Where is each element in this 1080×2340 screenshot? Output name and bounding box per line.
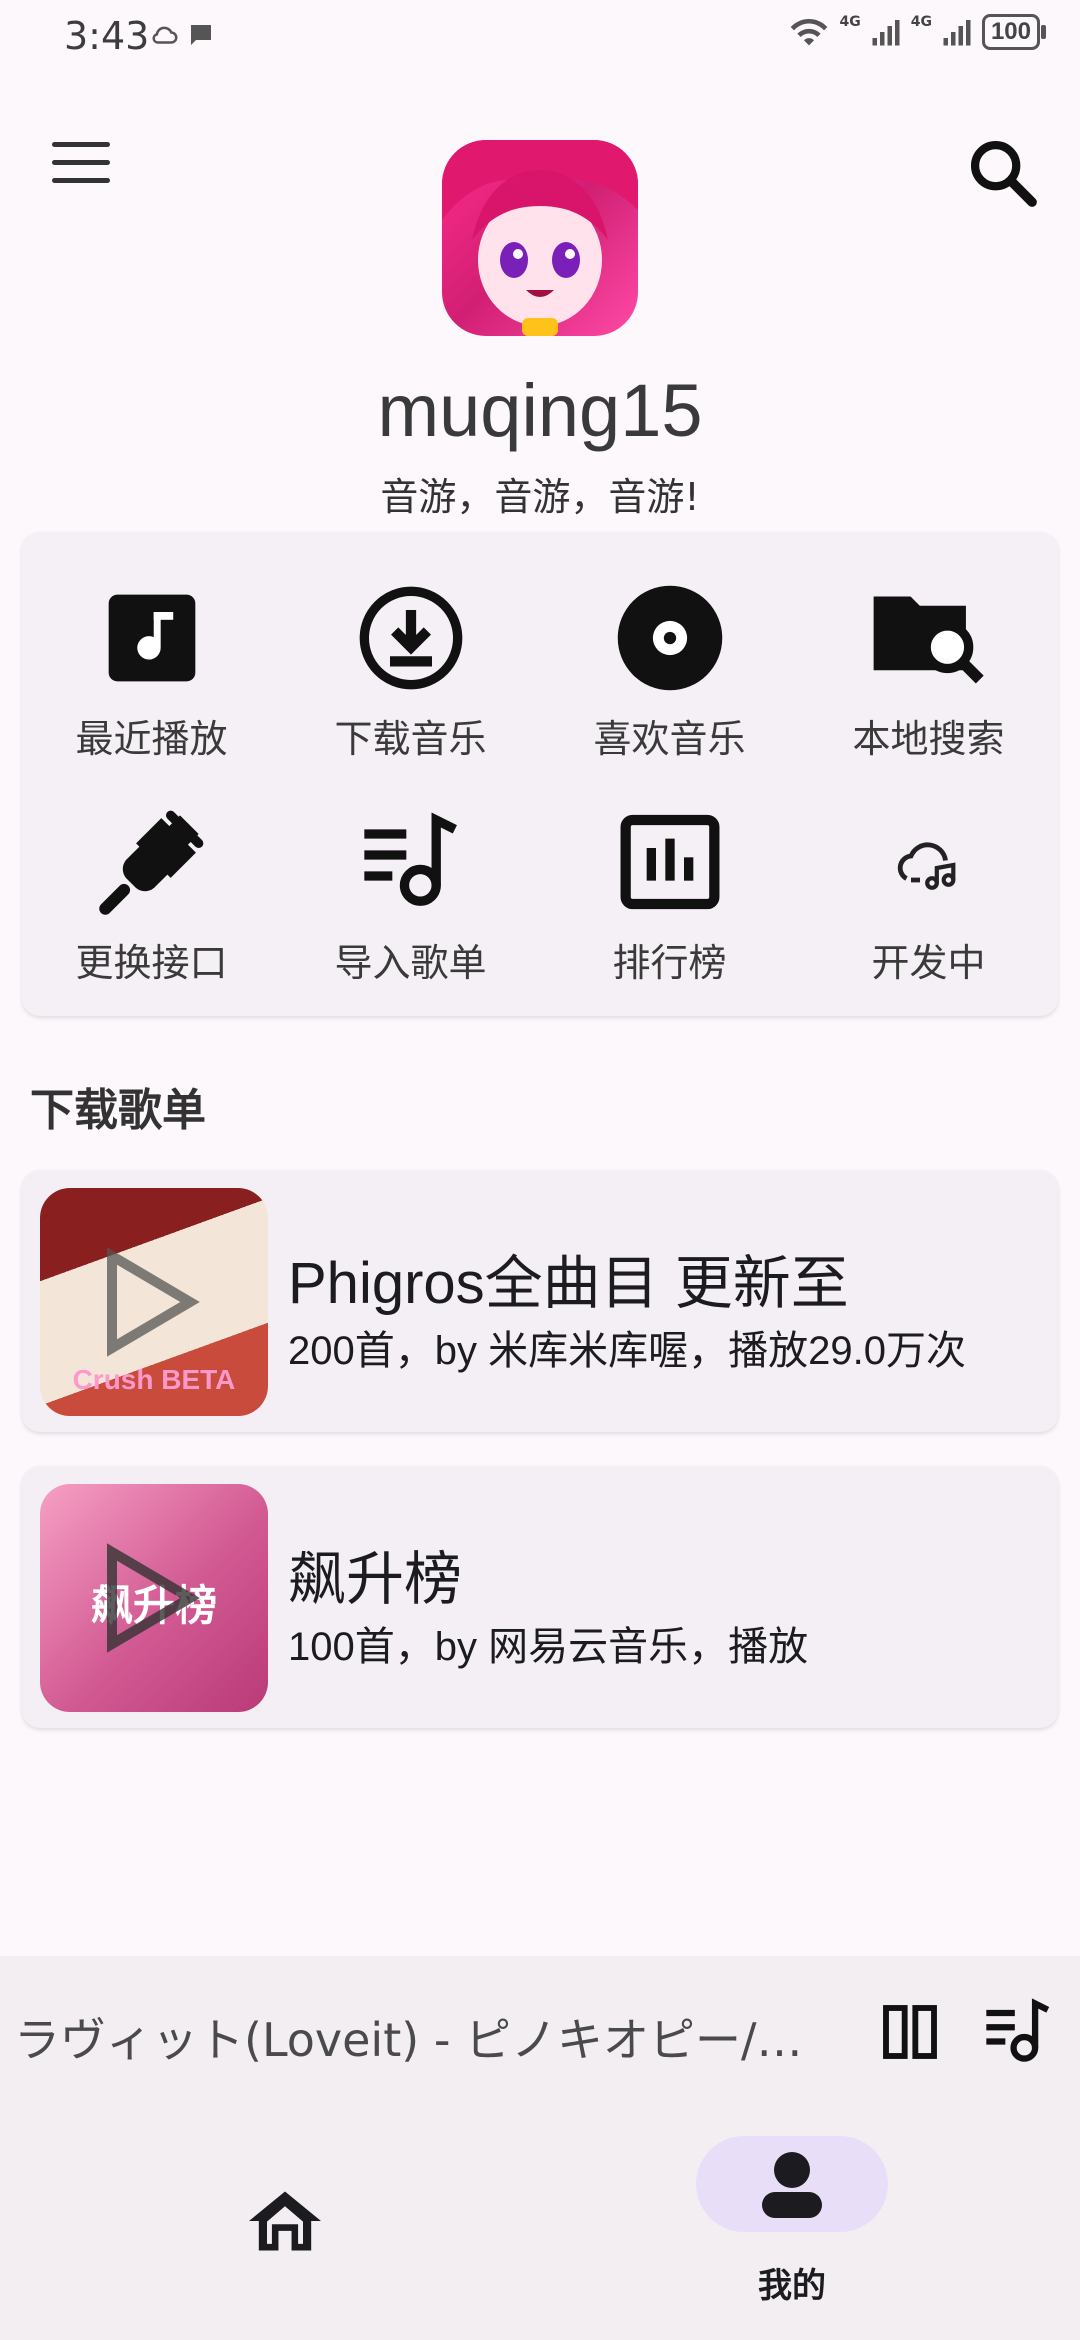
bottom-navigation: 我的 — [0, 2106, 1080, 2340]
grid-item-liked[interactable]: 喜欢音乐 — [540, 578, 799, 763]
status-time: 3:43 — [64, 14, 150, 58]
signal-icon-2 — [943, 20, 971, 46]
avatar-character-icon — [442, 140, 638, 336]
playlist-queue-icon — [986, 1998, 1050, 2062]
nav-home[interactable] — [230, 2176, 340, 2266]
avatar[interactable] — [442, 140, 638, 336]
disc-icon — [610, 578, 730, 698]
playlist-subtitle: 200首，by 米库米库喔，播放29.0万次 — [288, 1329, 966, 1373]
folder-search-icon — [869, 578, 989, 698]
grid-item-label: 本地搜索 — [852, 717, 1005, 761]
playlist-cover: 飙升榜 — [40, 1484, 268, 1712]
grid-item-label: 下载音乐 — [334, 717, 487, 761]
grid-item-download[interactable]: 下载音乐 — [281, 578, 540, 763]
grid-item-label: 导入歌单 — [334, 941, 487, 985]
playlist-queue-button[interactable] — [980, 1994, 1056, 2070]
playlist-cover: Crush BETA — [40, 1188, 268, 1416]
search-icon — [970, 140, 1037, 207]
search-button[interactable] — [964, 134, 1040, 210]
cloud-music-icon — [869, 802, 989, 922]
download-circle-icon — [351, 578, 471, 698]
playlist-title: 飙升榜 — [288, 1547, 463, 1612]
grid-item-developing[interactable]: 开发中 — [799, 802, 1058, 987]
profile-tagline: 音游，音游，音游! — [380, 475, 700, 519]
playlist-subtitle: 100首，by 网易云音乐，播放 — [288, 1625, 809, 1669]
wifi-icon — [791, 18, 828, 46]
playlist-title: Phigros全曲目 更新至 — [288, 1251, 849, 1316]
grid-item-label: 喜欢音乐 — [593, 717, 746, 761]
pause-icon — [883, 2005, 937, 2059]
status-right-icons: 4G 4G 100 — [789, 14, 1047, 50]
network-type-1: 4G — [839, 14, 861, 30]
battery-indicator: 100 — [981, 14, 1047, 50]
grid-item-label: 最近播放 — [75, 717, 228, 761]
nav-profile[interactable] — [696, 2136, 888, 2232]
plug-icon — [92, 802, 212, 922]
music-note-square-icon — [92, 578, 212, 698]
play-icon — [107, 1543, 200, 1653]
playlist-card[interactable]: Crush BETA Phigros全曲目 更新至 200首，by 米库米库喔，… — [22, 1170, 1058, 1432]
section-title: 下载歌单 — [30, 1085, 206, 1136]
signal-icon-1 — [872, 20, 900, 46]
grid-item-recent[interactable]: 最近播放 — [22, 578, 281, 763]
now-playing-bar[interactable]: ラヴィット(Loveit) - ピノキオピー/初音ミク — [0, 1956, 1080, 2106]
quick-actions-card: 最近播放 下载音乐 喜欢音乐 本地搜索 更换接口 导入歌单 排行榜 开发中 — [22, 532, 1058, 1016]
message-status-icon — [191, 25, 211, 45]
playlist-cover-text: Crush BETA — [72, 1364, 236, 1395]
menu-icon-line — [52, 160, 110, 165]
playlist-card[interactable]: 飙升榜 飙升榜 100首，by 网易云音乐，播放 — [22, 1466, 1058, 1728]
grid-item-label: 更换接口 — [75, 941, 228, 985]
menu-icon-line — [52, 142, 110, 147]
home-icon — [249, 2191, 321, 2251]
playlist-music-icon — [351, 802, 471, 922]
person-icon — [762, 2152, 822, 2218]
menu-button[interactable] — [52, 142, 116, 198]
nav-profile-label[interactable]: 我的 — [696, 2258, 888, 2307]
cloud-music-status-icon — [152, 26, 178, 44]
grid-item-charts[interactable]: 排行榜 — [540, 802, 799, 987]
grid-item-import-playlist[interactable]: 导入歌单 — [281, 802, 540, 987]
network-type-2: 4G — [910, 14, 932, 30]
chart-bars-icon — [610, 802, 730, 922]
grid-item-switch-api[interactable]: 更换接口 — [22, 802, 281, 987]
username: muqing15 — [377, 369, 703, 452]
now-playing-track[interactable]: ラヴィット(Loveit) - ピノキオピー/初音ミク — [14, 2004, 834, 2070]
pause-button[interactable] — [878, 2000, 942, 2064]
grid-item-label: 开发中 — [871, 941, 986, 985]
grid-item-local-search[interactable]: 本地搜索 — [799, 578, 1058, 763]
status-notification-icons — [150, 20, 216, 50]
grid-item-label: 排行榜 — [612, 941, 727, 985]
menu-icon-line — [52, 178, 110, 183]
